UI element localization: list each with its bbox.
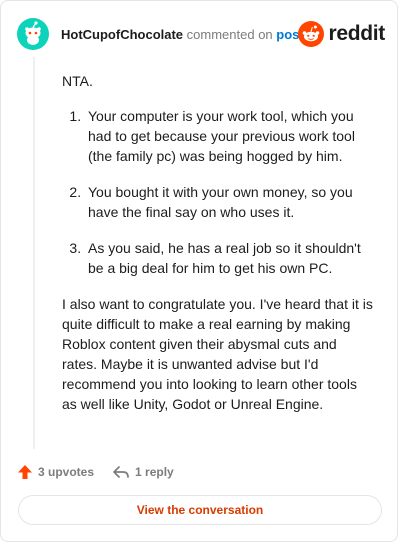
reddit-logo-icon	[298, 21, 325, 47]
reply-button[interactable]: 1 reply	[112, 464, 174, 480]
view-conversation-button[interactable]: View the conversation	[18, 495, 382, 525]
comment-body: NTA. Your computer is your work tool, wh…	[62, 71, 374, 429]
comment-actions: 3 upvotes 1 reply	[17, 462, 174, 482]
commented-on-text: commented on	[186, 27, 273, 42]
comment-header: HotCupofChocolate commented on post redd…	[17, 15, 385, 55]
reply-arrow-icon	[113, 466, 129, 478]
comment-point: You bought it with your own money, so yo…	[85, 182, 374, 222]
thread-line[interactable]	[33, 57, 35, 449]
author-username[interactable]: HotCupofChocolate	[61, 27, 183, 42]
snoo-avatar-icon[interactable]	[17, 18, 49, 50]
comment-point-list: Your computer is your work tool, which y…	[62, 106, 374, 278]
comment-card: HotCupofChocolate commented on post redd…	[0, 0, 398, 542]
comment-closing: I also want to congratulate you. I've he…	[62, 296, 373, 412]
reply-count: 1 reply	[135, 465, 174, 479]
comment-point: Your computer is your work tool, which y…	[85, 106, 374, 166]
comment-byline: HotCupofChocolate commented on post	[61, 27, 304, 43]
upvote-arrow-icon	[18, 465, 32, 479]
comment-point: As you said, he has a real job so it sho…	[85, 238, 374, 278]
upvote-button[interactable]: 3 upvotes	[17, 464, 94, 480]
upvote-count: 3 upvotes	[38, 465, 95, 479]
comment-intro: NTA.	[62, 73, 93, 89]
reddit-wordmark: reddit	[328, 22, 385, 45]
reddit-logo[interactable]: reddit	[298, 21, 385, 47]
